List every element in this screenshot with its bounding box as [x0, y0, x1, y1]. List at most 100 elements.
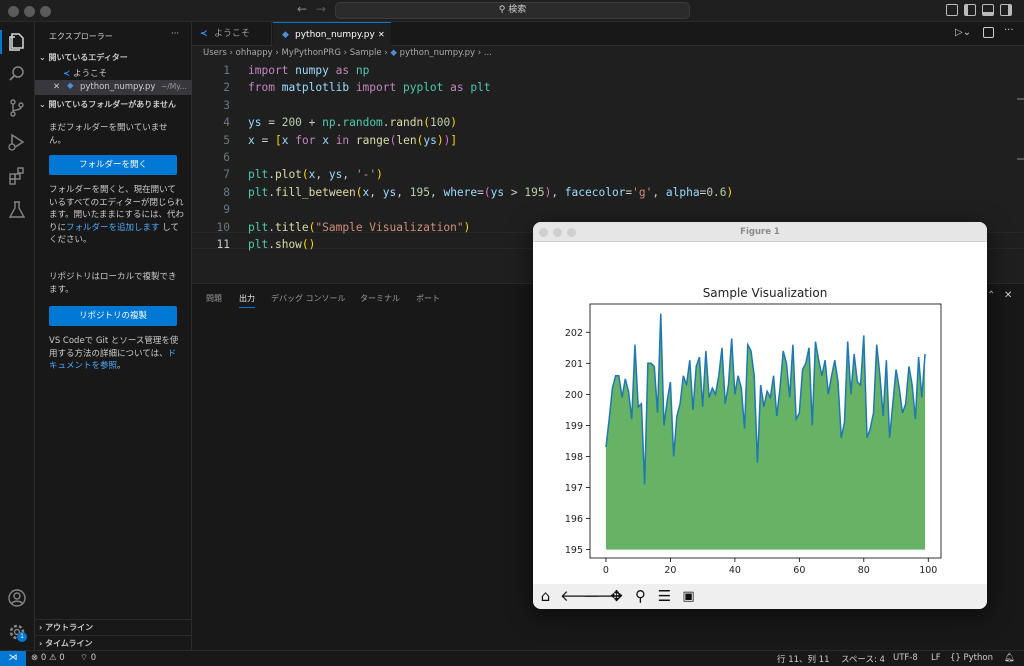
forward-arrow-icon[interactable]: → [316, 2, 326, 16]
settings-update-badge: 1 [17, 632, 27, 642]
search-icon: ⚲ [498, 5, 509, 15]
breadcrumb-item[interactable]: python_numpy.py [400, 48, 475, 58]
line-number: 10 [216, 220, 230, 234]
explorer-icon[interactable] [7, 32, 27, 52]
matplotlib-toolbar: ⌂ 🡐 🡒 ✥ ⚲ ☰ ▣ [533, 584, 987, 609]
y-tick-label: 198 [565, 452, 583, 463]
close-tab-icon[interactable]: ✕ [378, 23, 385, 47]
minimize-window-button[interactable] [24, 6, 35, 17]
ports-status[interactable]: ⌔ 0 [80, 653, 96, 663]
tab-output[interactable]: 出力 [239, 293, 255, 308]
split-editor-icon[interactable] [983, 27, 994, 38]
figure-title-bar: Figure 1 [533, 222, 987, 242]
breadcrumb-item[interactable]: ... [484, 48, 492, 58]
pan-icon[interactable]: ✥ [607, 587, 626, 606]
remote-indicator-icon[interactable]: ⋊ [0, 651, 26, 666]
close-panel-icon[interactable]: ✕ [1004, 290, 1012, 301]
toggle-secondary-sidebar-icon[interactable] [1000, 4, 1012, 16]
open-editors-section[interactable]: ⌄ 開いているエディター [39, 52, 128, 63]
vscode-window: ← → ⚲ 検索 1 エクスプローラー ··· ⌄ 開いているエディター ≺ よ… [0, 0, 1024, 666]
explorer-more-button[interactable]: ··· [171, 29, 179, 39]
outline-divider [35, 619, 192, 620]
line-number: 9 [223, 203, 230, 217]
run-python-icon[interactable]: ▷⌄ [955, 27, 971, 38]
breadcrumb-item[interactable]: MyPythonPRG [281, 48, 340, 58]
save-icon[interactable]: ▣ [679, 587, 698, 606]
no-folder-message: まだフォルダーを開いていません。 [49, 123, 168, 146]
breadcrumb: Users › ohhappy › MyPythonPRG › Sample ›… [203, 48, 492, 58]
encoding-status[interactable]: UTF-8 [893, 653, 918, 663]
timeline-section[interactable]: › タイムライン [39, 638, 93, 649]
tab-debug-console[interactable]: デバッグ コンソール [271, 293, 346, 304]
overview-ruler-mark [1017, 158, 1024, 160]
y-tick-label: 200 [565, 390, 583, 401]
open-editor-welcome[interactable]: ≺ ようこそ [63, 67, 107, 79]
forward-arrow-icon[interactable]: 🡒 [583, 587, 623, 606]
run-debug-icon[interactable] [7, 132, 27, 152]
chart-area: Sample Visualization 0 20 40 60 80 100 195 196 1… [565, 286, 942, 576]
no-folder-section[interactable]: ⌄ 開いているフォルダーがありません [39, 99, 176, 110]
line-number: 11 [216, 238, 230, 251]
extensions-icon[interactable] [7, 166, 27, 186]
y-tick-label: 195 [565, 545, 583, 556]
y-tick-label: 197 [565, 483, 583, 494]
breadcrumb-item[interactable]: Users [203, 48, 227, 58]
broadcast-icon: ⌔ [80, 653, 91, 663]
tab-welcome[interactable]: ≺ ようこそ [192, 22, 272, 46]
code-line: plt.title("Sample Visualization") [248, 220, 471, 234]
clone-repository-button[interactable]: リポジトリの複製 [49, 306, 177, 326]
chevron-down-icon: ⌄ [39, 100, 49, 109]
eol-status[interactable]: LF [931, 653, 941, 663]
figure-zoom-button[interactable] [567, 228, 576, 237]
customize-layout-icon[interactable] [946, 4, 958, 16]
breadcrumb-item[interactable]: ohhappy [236, 48, 273, 58]
open-folder-message: フォルダーを開くと、現在開いているすべてのエディターが閉じられます。開いたままに… [49, 185, 184, 245]
tab-terminal[interactable]: ターミナル [360, 293, 400, 304]
zoom-window-button[interactable] [40, 6, 51, 17]
indentation-status[interactable]: スペース: 4 [841, 653, 885, 665]
source-control-icon[interactable] [7, 98, 27, 118]
zoom-icon[interactable]: ⚲ [631, 587, 650, 606]
command-center-search[interactable]: ⚲ 検索 [335, 2, 690, 19]
x-tick-label: 20 [664, 565, 676, 576]
tab-problems[interactable]: 問題 [206, 293, 222, 304]
figure-close-button[interactable] [539, 228, 548, 237]
active-indicator [0, 30, 2, 54]
back-arrow-icon[interactable]: ← [297, 2, 307, 16]
home-icon[interactable]: ⌂ [536, 587, 555, 606]
back-arrow-icon[interactable]: 🡐 [560, 587, 600, 606]
figure-window-title: Figure 1 [740, 227, 780, 237]
matplotlib-figure-window: Figure 1 Sample Visualization 0 20 40 60 80 1… [533, 222, 987, 609]
open-folder-button[interactable]: フォルダーを開く [49, 155, 177, 175]
cursor-position[interactable]: 行 11、列 11 [777, 653, 830, 665]
outline-section[interactable]: › アウトライン [39, 622, 93, 633]
toggle-sidebar-icon[interactable] [964, 4, 976, 16]
add-folder-link[interactable]: フォルダーを追加します [66, 223, 160, 233]
code-line: plt.plot(x, ys, '-') [248, 168, 383, 182]
search-icon[interactable] [7, 64, 27, 84]
open-editor-python[interactable]: ✕ ◆ python_numpy.py ~/My... [35, 80, 192, 95]
error-icon: ⊗ [31, 653, 41, 663]
close-window-button[interactable] [8, 6, 19, 17]
activity-bar: 1 [0, 22, 35, 650]
figure-minimize-button[interactable] [553, 228, 562, 237]
configure-subplots-icon[interactable]: ☰ [655, 587, 674, 606]
chevron-down-icon: ⌄ [39, 53, 49, 62]
code-line: plt.fill_between(x, ys, 195, where=(ys >… [248, 185, 734, 199]
close-icon[interactable]: ✕ [53, 82, 60, 92]
breadcrumb-item[interactable]: Sample [350, 48, 382, 58]
more-actions-icon[interactable]: ··· [1004, 25, 1014, 36]
explorer-title: エクスプローラー [49, 32, 113, 41]
toggle-panel-icon[interactable] [982, 4, 994, 16]
x-tick-label: 100 [919, 565, 937, 576]
problems-status[interactable]: ⊗ 0 ⚠ 0 [31, 653, 65, 663]
testing-flask-icon[interactable] [7, 200, 27, 220]
account-icon[interactable] [7, 588, 27, 608]
git-docs-message: VS Codeで Git とソース管理を使用する方法の詳細については、ドキュメン… [49, 336, 179, 371]
language-mode[interactable]: {} Python [950, 653, 993, 663]
maximize-panel-icon[interactable]: ⌃ [987, 290, 995, 301]
tab-python-numpy[interactable]: ◆ python_numpy.py ✕ [273, 22, 391, 47]
chart-title: Sample Visualization [703, 286, 828, 300]
notifications-bell-icon[interactable]: 🔔︎ [1004, 653, 1015, 663]
tab-ports[interactable]: ポート [416, 293, 440, 304]
